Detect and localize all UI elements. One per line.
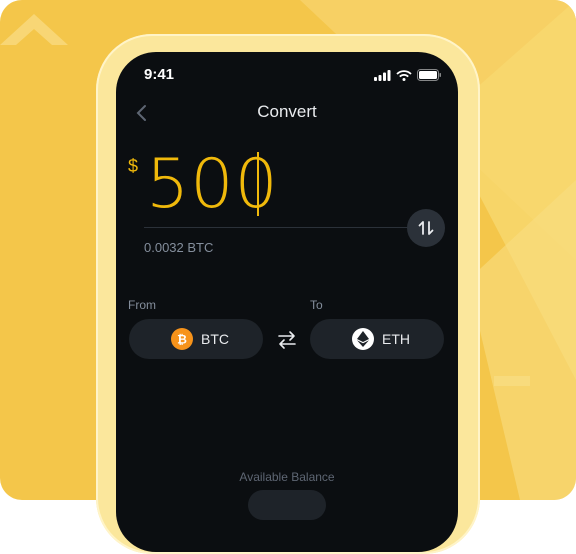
wifi-icon (396, 69, 412, 81)
available-balance-label: Available Balance (239, 470, 335, 484)
status-bar: 9:41 (116, 52, 458, 96)
currency-symbol: $ (128, 156, 139, 176)
signal-icon (374, 69, 391, 81)
swap-direction-button[interactable] (407, 209, 445, 247)
balance-pill (248, 490, 326, 520)
page-title: Convert (257, 102, 317, 121)
swap-vertical-icon (418, 221, 434, 235)
status-time: 9:41 (144, 66, 175, 83)
bitcoin-icon: ₿ (171, 328, 193, 350)
swap-pair-icon[interactable] (276, 330, 298, 350)
crypto-equivalent: 0.0032 BTC (144, 240, 214, 255)
to-coin-selector[interactable]: ETH (310, 319, 444, 359)
amount-underline (144, 227, 414, 228)
to-coin-label: ETH (382, 331, 410, 347)
to-label: To (310, 298, 323, 312)
navigation-bar: Convert (116, 96, 458, 132)
from-coin-selector[interactable]: ₿ BTC (129, 319, 263, 359)
status-icons (374, 69, 442, 81)
from-label: From (128, 298, 156, 312)
phone-screen: 9:41 Convert $ 500 0.0032 BTC From To ₿ … (116, 52, 458, 552)
from-coin-label: BTC (201, 331, 229, 347)
svg-text:₿: ₿ (177, 333, 187, 347)
battery-icon (417, 69, 441, 81)
bitcoin-symbol-icon: ₿ (177, 333, 187, 347)
ethereum-icon (352, 328, 374, 350)
text-caret (257, 152, 259, 216)
ethereum-diamond-icon (357, 331, 369, 347)
